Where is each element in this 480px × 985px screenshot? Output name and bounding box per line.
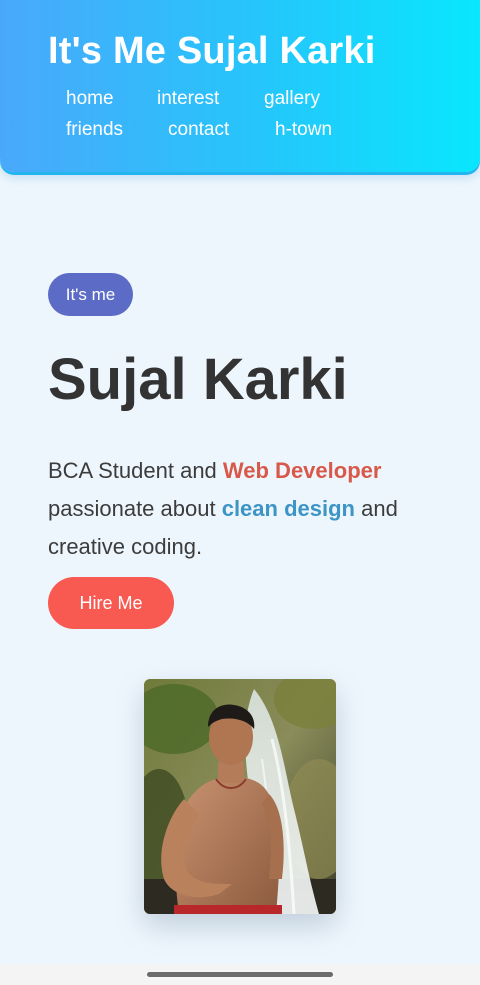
intro-badge: It's me [48,273,133,316]
page: It's Me Sujal Karki home interest galler… [0,0,480,985]
hire-me-button[interactable]: Hire Me [48,577,174,629]
nav-link-contact[interactable]: contact [168,118,229,142]
nav-link-interest[interactable]: interest [157,87,219,111]
intro-text-part1: BCA Student and [48,458,223,483]
nav-link-home[interactable]: home [66,87,114,111]
nav-link-h-town[interactable]: h-town [275,118,332,142]
profile-photo-illustration [144,679,336,914]
intro-text-part2: passionate about [48,496,222,521]
nav-link-gallery[interactable]: gallery [264,87,320,111]
hero-name: Sujal Karki [48,347,348,412]
site-header: It's Me Sujal Karki home interest galler… [0,0,480,172]
profile-photo [144,679,336,914]
highlight-web-developer: Web Developer [222,458,382,483]
nav-link-friends[interactable]: friends [66,118,123,142]
system-gesture-area [0,964,480,985]
intro-text: BCA Student and Web Developer passionate… [48,452,448,566]
main-nav: home interest gallery friends contact h-… [0,0,480,172]
highlight-clean-design: clean design [221,496,355,521]
gesture-handle[interactable] [147,972,333,977]
